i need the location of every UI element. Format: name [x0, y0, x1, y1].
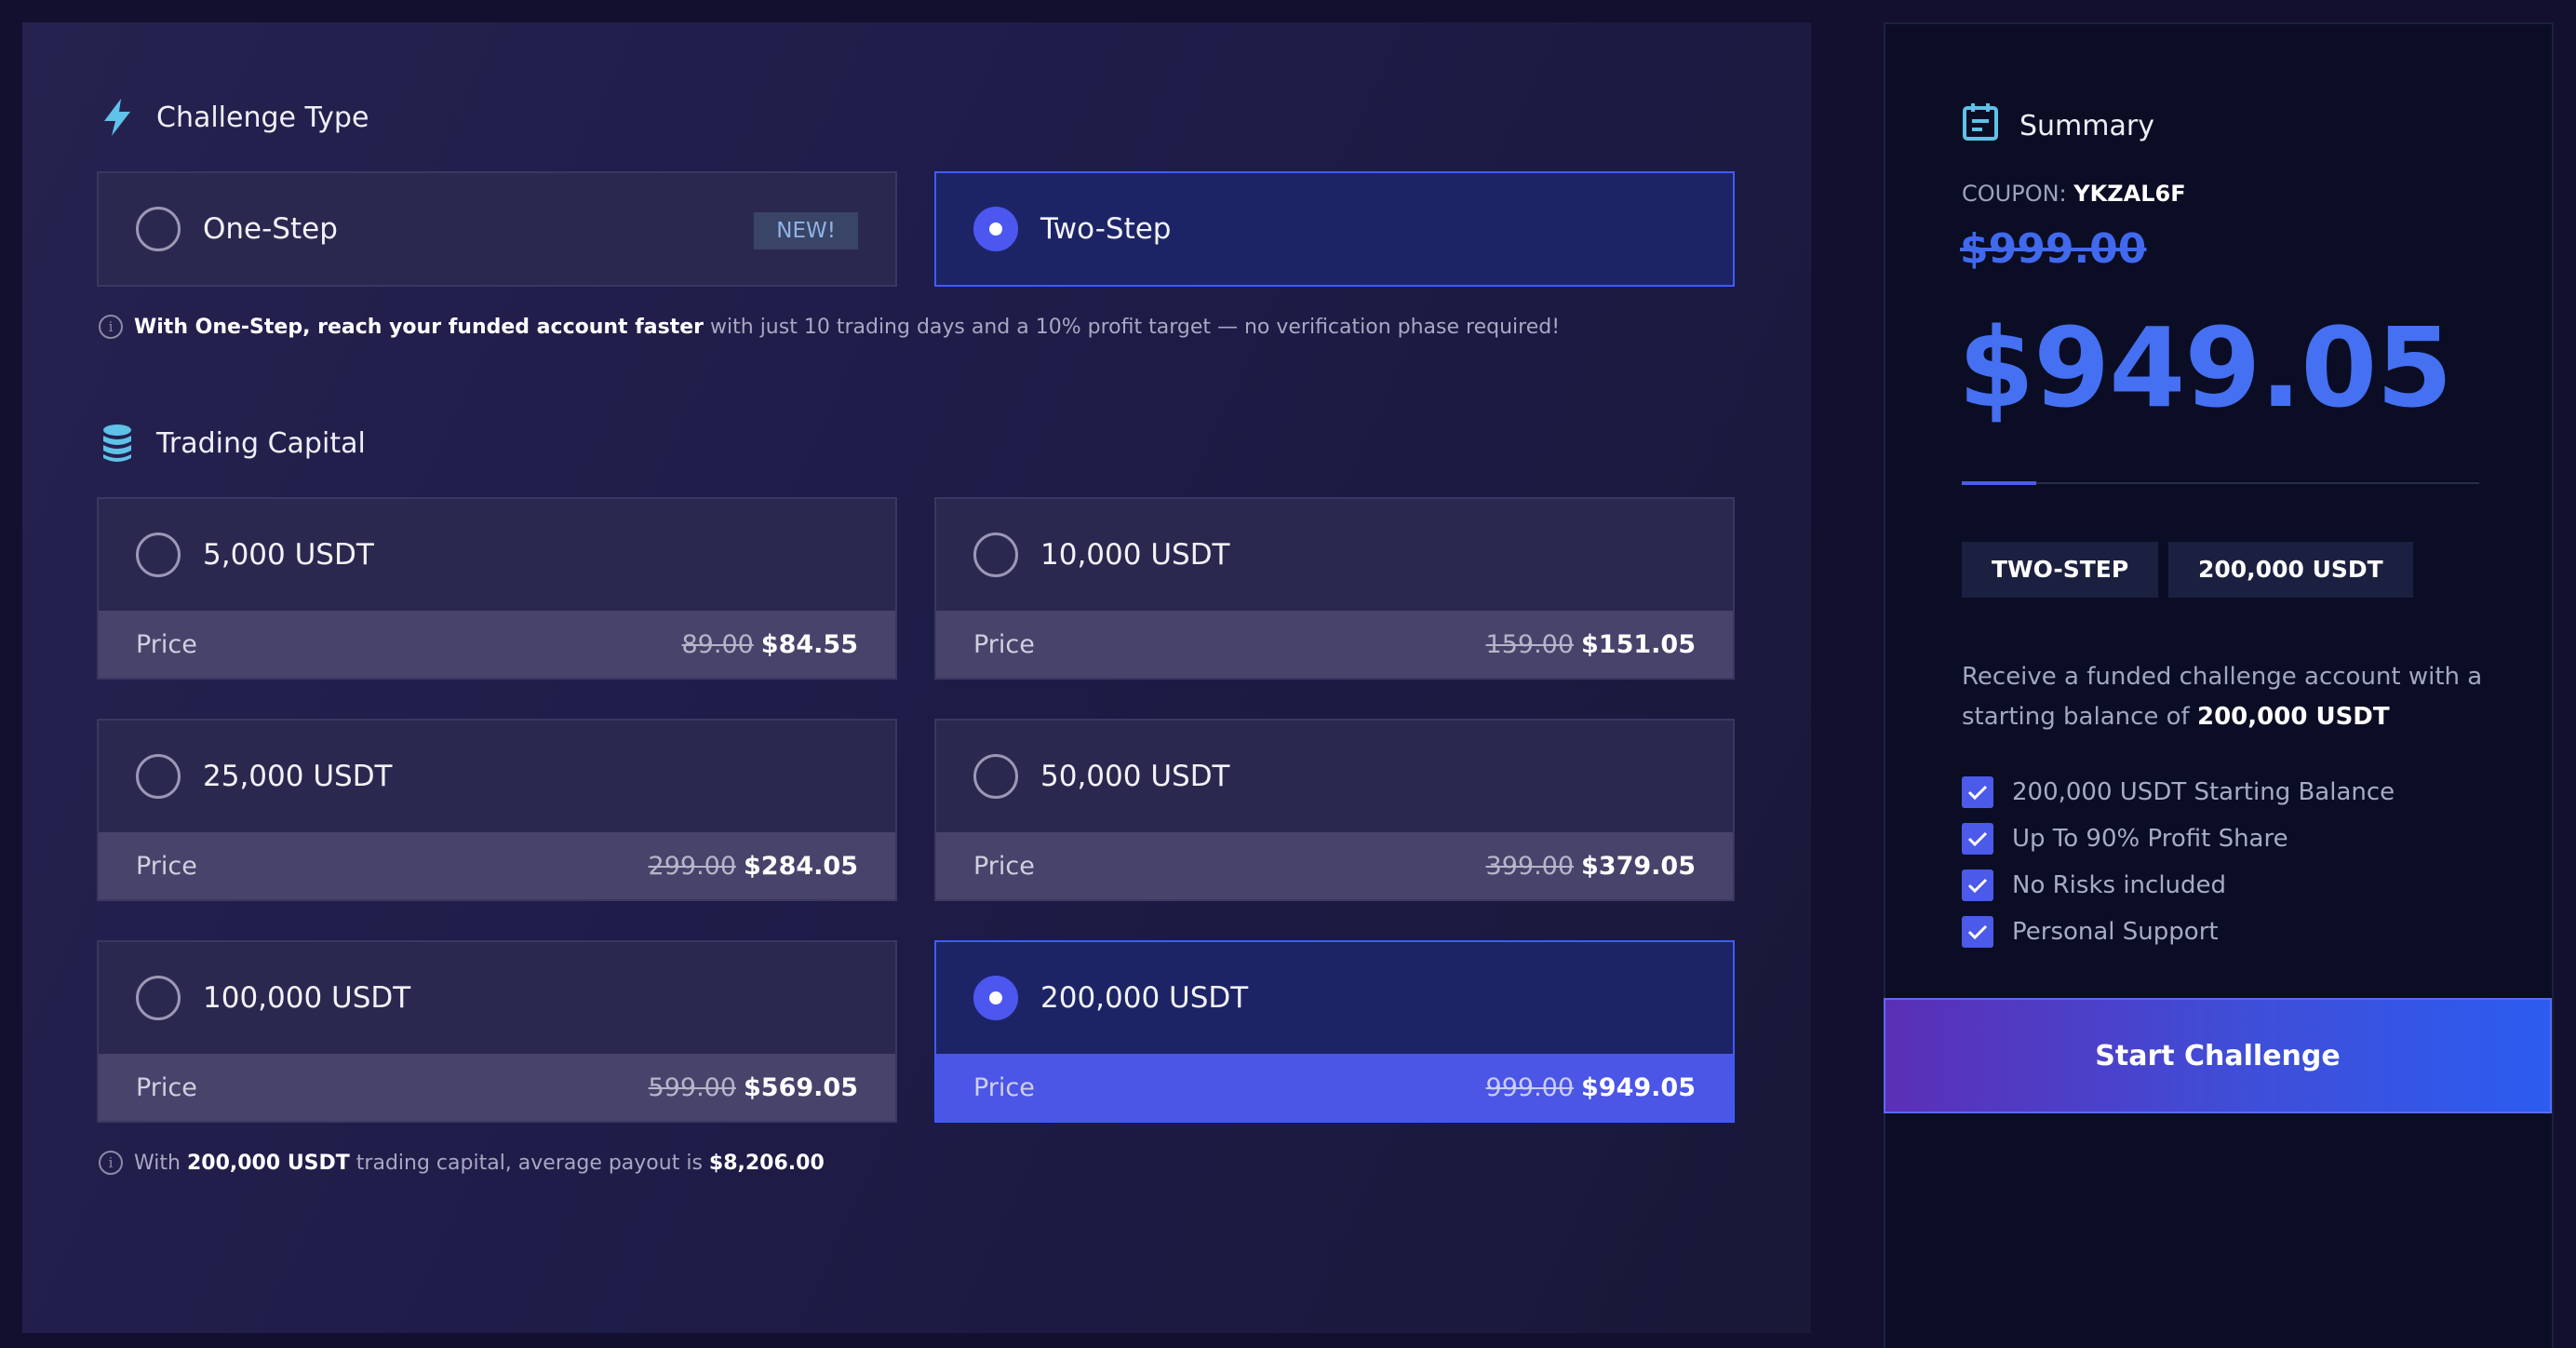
discounted-price: $284.05 [744, 851, 858, 881]
divider-accent [1962, 481, 2036, 485]
price-row: Price 89.00 $84.55 [99, 611, 895, 678]
payout-info: i With 200,000 USDT trading capital, ave… [99, 1151, 825, 1175]
coupon-label: COUPON: [1962, 181, 2067, 207]
old-price: 299.00 [648, 851, 737, 881]
payout-info-mid: trading capital, average payout is [356, 1151, 703, 1175]
divider [1962, 482, 2479, 484]
capital-option-25000[interactable]: 25,000 USDT Price 299.00 $284.05 [97, 719, 897, 901]
checkmark-icon [1962, 776, 1993, 808]
capital-option-50000[interactable]: 50,000 USDT Price 399.00 $379.05 [934, 719, 1735, 901]
capital-option-200000[interactable]: 200,000 USDT Price 999.00 $949.05 [934, 940, 1735, 1123]
challenge-info-text: with just 10 trading days and a 10% prof… [710, 315, 1561, 339]
coupon-code: YKZAL6F [2073, 181, 2186, 207]
price-label: Price [973, 1072, 1035, 1102]
payout-info-capital: 200,000 USDT [186, 1151, 350, 1175]
price-label: Price [136, 629, 197, 659]
old-price: 399.00 [1485, 851, 1575, 881]
challenge-type-title: Challenge Type [156, 101, 369, 134]
capital-option-label: 50,000 USDT [1040, 760, 1230, 793]
price-row: Price 999.00 $949.05 [936, 1054, 1733, 1121]
checkmark-icon [1962, 869, 1993, 901]
original-total: $999.00 [1960, 225, 2147, 273]
summary-heading: Summary [1962, 102, 2154, 149]
radio-button[interactable] [136, 532, 181, 577]
trading-capital-heading: Trading Capital [99, 423, 366, 464]
discounted-price: $379.05 [1581, 851, 1696, 881]
radio-button-selected[interactable] [973, 976, 1018, 1020]
capital-option-label: 10,000 USDT [1040, 538, 1230, 572]
payout-info-amount: $8,206.00 [708, 1151, 825, 1175]
challenge-info-bold: With One-Step, reach your funded account… [134, 315, 704, 339]
price-label: Price [136, 1072, 197, 1102]
price-label: Price [136, 851, 197, 881]
discounted-price: $569.05 [744, 1072, 858, 1102]
discounted-price: $949.05 [1581, 1072, 1696, 1102]
challenge-option-two-step[interactable]: Two-Step [934, 171, 1735, 287]
coupon-line: COUPON: YKZAL6F [1962, 181, 2186, 207]
summary-panel: Summary COUPON: YKZAL6F $999.00 $949.05 … [1884, 22, 2554, 1348]
feature-text: Up To 90% Profit Share [2012, 825, 2288, 853]
old-price: 999.00 [1485, 1072, 1575, 1102]
old-price: 599.00 [648, 1072, 737, 1102]
discounted-total: $949.05 [1958, 303, 2452, 432]
payout-info-pre: With [134, 1151, 181, 1175]
challenge-info: i With One-Step, reach your funded accou… [99, 315, 1560, 339]
challenge-option-one-step[interactable]: One-Step NEW! [97, 171, 897, 287]
discounted-price: $151.05 [1581, 629, 1696, 659]
trading-capital-title: Trading Capital [156, 426, 366, 460]
feature-item: Personal Support [1962, 909, 2395, 955]
feature-item: Up To 90% Profit Share [1962, 816, 2395, 862]
price-row: Price 599.00 $569.05 [99, 1054, 895, 1121]
capital-option-label: 5,000 USDT [203, 538, 374, 572]
calendar-icon [1962, 102, 1999, 149]
feature-text: Personal Support [2012, 918, 2219, 946]
price-row: Price 399.00 $379.05 [936, 832, 1733, 899]
challenge-type-heading: Challenge Type [99, 97, 369, 138]
price-row: Price 299.00 $284.05 [99, 832, 895, 899]
radio-button[interactable] [973, 532, 1018, 577]
challenge-option-label: Two-Step [1040, 212, 1172, 246]
price-label: Price [973, 629, 1035, 659]
new-badge: NEW! [754, 212, 858, 249]
summary-description-bold: 200,000 USDT [2196, 703, 2390, 731]
capital-option-label: 200,000 USDT [1040, 981, 1249, 1015]
feature-list: 200,000 USDT Starting Balance Up To 90% … [1962, 769, 2395, 955]
capital-option-10000[interactable]: 10,000 USDT Price 159.00 $151.05 [934, 497, 1735, 680]
discounted-price: $84.55 [760, 629, 858, 659]
old-price: 159.00 [1485, 629, 1575, 659]
info-icon: i [99, 1151, 123, 1175]
summary-title: Summary [2019, 109, 2154, 142]
configuration-panel: Challenge Type One-Step NEW! Two-Step i … [22, 22, 1811, 1333]
summary-description: Receive a funded challenge account with … [1962, 657, 2502, 737]
checkmark-icon [1962, 916, 1993, 948]
info-icon: i [99, 315, 123, 339]
feature-text: No Risks included [2012, 871, 2227, 899]
capital-option-label: 25,000 USDT [203, 760, 393, 793]
price-label: Price [973, 851, 1035, 881]
start-challenge-button[interactable]: Start Challenge [1884, 998, 2552, 1113]
challenge-type-tag: TWO-STEP [1962, 542, 2159, 598]
challenge-option-label: One-Step [203, 212, 338, 246]
feature-text: 200,000 USDT Starting Balance [2012, 778, 2395, 806]
radio-button[interactable] [136, 207, 181, 251]
radio-button-selected[interactable] [973, 207, 1018, 251]
capital-option-label: 100,000 USDT [203, 981, 411, 1015]
capital-tag: 200,000 USDT [2168, 542, 2413, 598]
radio-button[interactable] [136, 976, 181, 1020]
capital-option-100000[interactable]: 100,000 USDT Price 599.00 $569.05 [97, 940, 897, 1123]
feature-item: 200,000 USDT Starting Balance [1962, 769, 2395, 816]
database-coins-icon [99, 423, 136, 464]
price-row: Price 159.00 $151.05 [936, 611, 1733, 678]
radio-button[interactable] [973, 754, 1018, 799]
old-price: 89.00 [681, 629, 754, 659]
radio-button[interactable] [136, 754, 181, 799]
capital-option-5000[interactable]: 5,000 USDT Price 89.00 $84.55 [97, 497, 897, 680]
lightning-icon [99, 97, 136, 138]
checkmark-icon [1962, 823, 1993, 855]
feature-item: No Risks included [1962, 862, 2395, 909]
